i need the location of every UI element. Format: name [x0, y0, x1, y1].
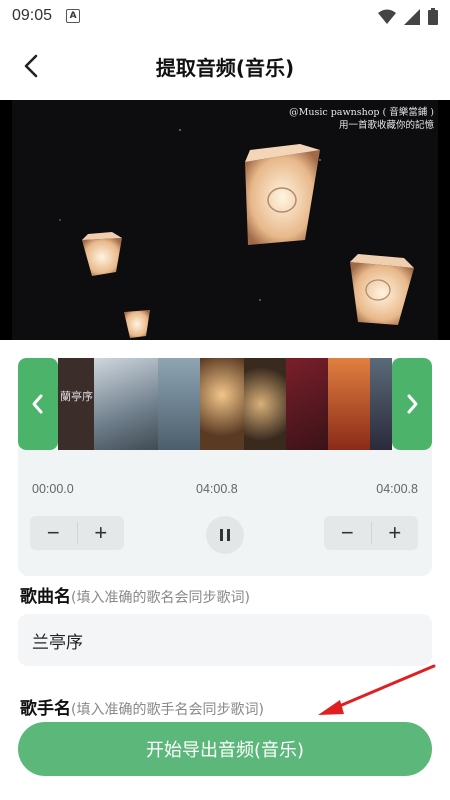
- song-name-label: 歌曲名(填入准确的歌名会同步歌词): [20, 582, 250, 607]
- thumbnail-strip[interactable]: 蘭亭序: [18, 358, 432, 450]
- letterbox-right: [438, 100, 450, 340]
- status-time: 09:05: [12, 7, 53, 24]
- end-plus-button[interactable]: +: [372, 516, 419, 550]
- nav-bar: 提取音频(音乐): [0, 40, 450, 92]
- export-audio-button[interactable]: 开始导出音频(音乐): [18, 722, 432, 776]
- thumbnail-7: [328, 358, 370, 450]
- end-minus-button[interactable]: −: [324, 516, 371, 550]
- export-button-label: 开始导出音频(音乐): [145, 740, 305, 761]
- start-time: 00:00.0: [32, 482, 74, 496]
- trim-handle-left[interactable]: [18, 358, 58, 450]
- battery-icon: [428, 8, 438, 25]
- video-preview[interactable]: @Music pawnshop ( 音樂當鋪 ) 用一首歌收藏你的記憶: [0, 100, 450, 340]
- status-icons: [378, 8, 438, 25]
- thumbnail-8: [370, 358, 392, 450]
- thumbnail-4: [200, 358, 244, 450]
- start-plus-button[interactable]: +: [78, 516, 125, 550]
- caption-line-1: @Music pawnshop ( 音樂當鋪 ): [289, 107, 434, 118]
- singer-name-hint: (填入准确的歌手名会同步歌词): [71, 702, 264, 718]
- caption-line-2: 用一首歌收藏你的記憶: [338, 120, 434, 131]
- song-name-input[interactable]: 兰亭序: [18, 614, 432, 666]
- letterbox-left: [0, 100, 12, 340]
- end-time-stepper: − +: [324, 516, 418, 550]
- current-time: 04:00.8: [196, 482, 238, 496]
- pause-icon: [220, 529, 230, 541]
- thumbnail-3: [158, 358, 200, 450]
- singer-name-label: 歌手名(填入准确的歌手名会同步歌词): [20, 694, 264, 719]
- status-bar: 09:05 A: [0, 0, 450, 32]
- singer-name-title: 歌手名: [20, 699, 71, 719]
- thumbnail-1: 蘭亭序: [58, 358, 94, 450]
- chevron-right-icon: [407, 394, 418, 414]
- song-name-hint: (填入准确的歌名会同步歌词): [71, 590, 250, 606]
- lanterns-scene: [0, 100, 450, 340]
- page-title: 提取音频(音乐): [155, 55, 295, 80]
- end-time: 04:00.8: [376, 482, 418, 496]
- thumbnail-6: [286, 358, 328, 450]
- trim-editor: 蘭亭序 00:00.0 04:00.8 04:00.8 − + − +: [18, 358, 432, 576]
- pause-button[interactable]: [206, 516, 244, 554]
- chevron-left-icon: [32, 394, 43, 414]
- wifi-icon: [378, 9, 396, 24]
- song-name-title: 歌曲名: [20, 587, 71, 607]
- annotation-arrow-icon: [318, 664, 436, 715]
- trim-handle-right[interactable]: [392, 358, 432, 450]
- video-caption: @Music pawnshop ( 音樂當鋪 ) 用一首歌收藏你的記憶: [289, 106, 434, 132]
- start-minus-button[interactable]: −: [30, 516, 77, 550]
- start-time-stepper: − +: [30, 516, 124, 550]
- a-letter-icon: A: [66, 9, 81, 23]
- song-name-value: 兰亭序: [32, 632, 83, 653]
- thumbnail-5: [244, 358, 286, 450]
- signal-icon: [404, 8, 420, 25]
- thumbnail-2: [94, 358, 158, 450]
- chevron-left-icon[interactable]: [18, 52, 46, 80]
- thumbnail-text: 蘭亭序: [60, 390, 93, 403]
